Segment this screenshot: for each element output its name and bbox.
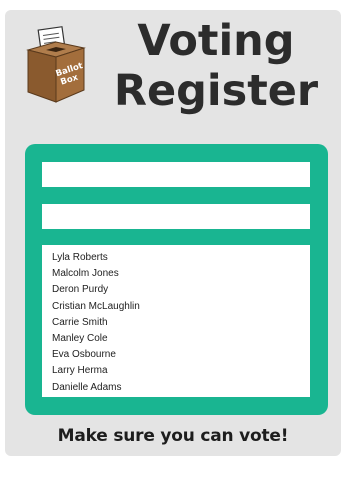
list-item[interactable]: Malcolm Jones — [52, 266, 310, 282]
list-item[interactable]: Eva Osbourne — [52, 347, 310, 363]
list-item[interactable]: Deron Purdy — [52, 282, 310, 298]
page-title: Voting Register — [96, 16, 336, 116]
register-panel: Lyla Roberts Malcolm Jones Deron Purdy C… — [25, 144, 328, 415]
footer-message: Make sure you can vote! — [57, 426, 289, 446]
register-input-2[interactable] — [42, 204, 310, 229]
list-item[interactable]: Larry Herma — [52, 363, 310, 379]
list-item[interactable]: Carrie Smith — [52, 315, 310, 331]
list-item[interactable]: Cristian McLaughlin — [52, 299, 310, 315]
register-input-1[interactable] — [42, 162, 310, 187]
list-item[interactable]: Lyla Roberts — [52, 250, 310, 266]
ballot-box-icon: Ballot Box — [22, 26, 92, 106]
title-line-1: Voting — [137, 16, 295, 66]
list-item[interactable]: Manley Cole — [52, 331, 310, 347]
title-line-2: Register — [113, 66, 319, 116]
list-item[interactable]: Danielle Adams — [52, 380, 310, 396]
names-list[interactable]: Lyla Roberts Malcolm Jones Deron Purdy C… — [42, 245, 310, 397]
